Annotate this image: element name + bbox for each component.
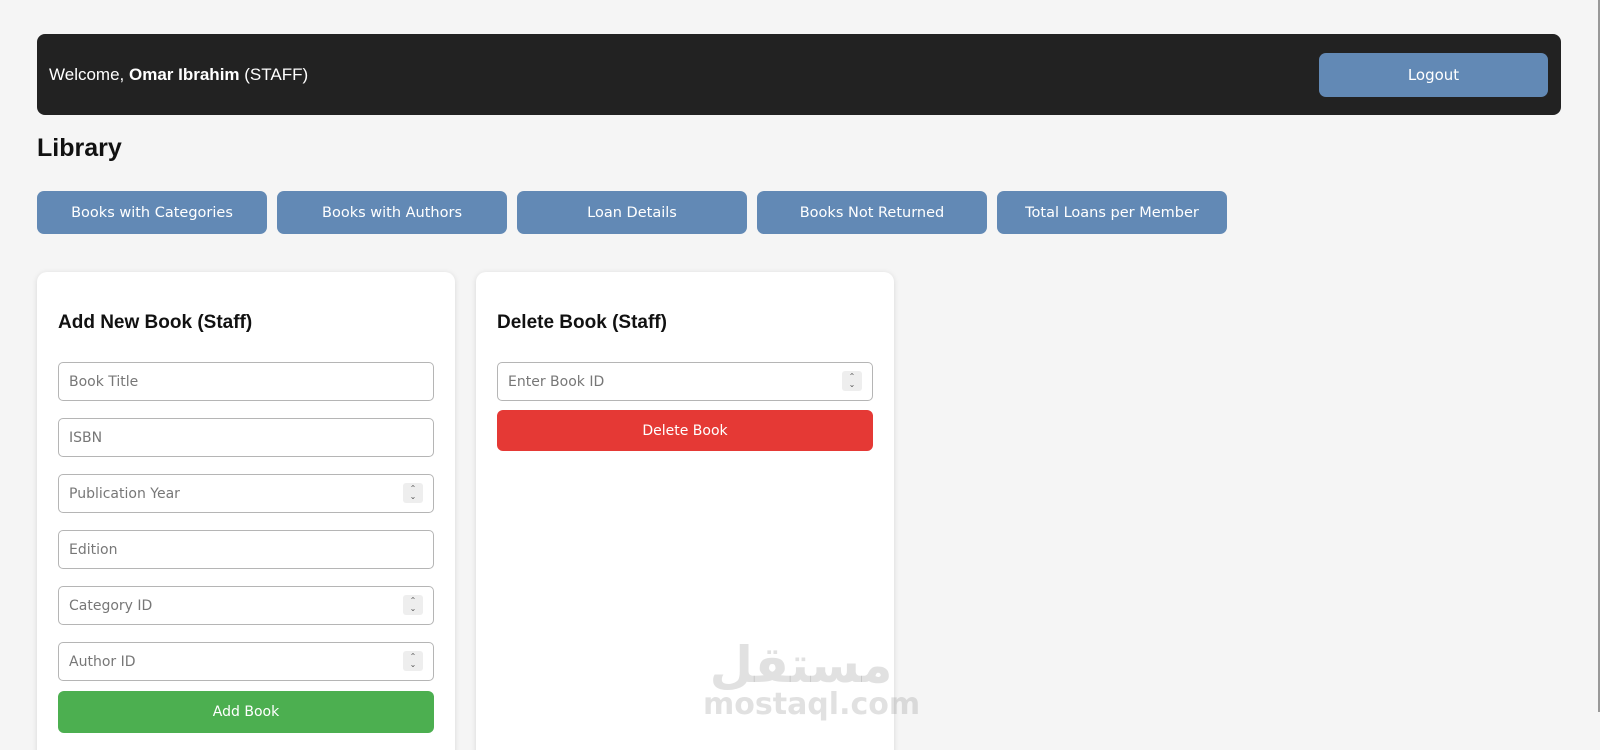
up-down-chevron-icon[interactable]: ⌃ ⌄ [403, 595, 423, 615]
up-down-chevron-icon[interactable]: ⌃ ⌄ [842, 371, 862, 391]
isbn-field-wrap [58, 418, 434, 457]
delete-book-button[interactable]: Delete Book [497, 410, 873, 451]
nav-books-not-returned[interactable]: Books Not Returned [757, 191, 987, 234]
up-down-chevron-icon[interactable]: ⌃ ⌄ [403, 483, 423, 503]
nav-total-loans-per-member[interactable]: Total Loans per Member [997, 191, 1227, 234]
book-id-field-wrap: ⌃⌄ [497, 362, 873, 401]
book-title-field-wrap [58, 362, 434, 401]
book-id-input[interactable] [497, 362, 873, 401]
edition-field-wrap [58, 530, 434, 569]
watermark-arabic: مستقل [709, 636, 893, 694]
welcome-message: Welcome, Omar Ibrahim (STAFF) [49, 65, 308, 85]
category-id-input[interactable] [58, 586, 434, 625]
isbn-input[interactable] [58, 418, 434, 457]
add-book-title: Add New Book (Staff) [58, 312, 253, 333]
nav-books-with-authors[interactable]: Books with Authors [277, 191, 507, 234]
add-book-card: Add New Book (Staff) ⌃⌄ ⌃⌄ ⌃⌄ Add Book [37, 272, 455, 750]
delete-book-title: Delete Book (Staff) [497, 312, 667, 333]
welcome-prefix: Welcome, [49, 64, 129, 84]
add-book-button[interactable]: Add Book [58, 691, 434, 733]
user-role: (STAFF) [239, 64, 309, 84]
page-title: Library [37, 134, 122, 162]
nav-loan-details[interactable]: Loan Details [517, 191, 747, 234]
report-nav: Books with Categories Books with Authors… [37, 191, 1227, 234]
nav-books-with-categories[interactable]: Books with Categories [37, 191, 267, 234]
up-down-chevron-icon[interactable]: ⌃ ⌄ [403, 651, 423, 671]
watermark-logo: مستقل mostaql.com [703, 636, 921, 722]
top-bar: Welcome, Omar Ibrahim (STAFF) Logout [37, 34, 1561, 115]
author-id-field-wrap: ⌃⌄ [58, 642, 434, 681]
watermark-latin: mostaql.com [703, 687, 921, 722]
publication-year-input[interactable] [58, 474, 434, 513]
edition-input[interactable] [58, 530, 434, 569]
logout-button[interactable]: Logout [1319, 52, 1548, 97]
book-title-input[interactable] [58, 362, 434, 401]
publication-year-field-wrap: ⌃⌄ [58, 474, 434, 513]
category-id-field-wrap: ⌃⌄ [58, 586, 434, 625]
user-name: Omar Ibrahim [129, 64, 240, 84]
author-id-input[interactable] [58, 642, 434, 681]
